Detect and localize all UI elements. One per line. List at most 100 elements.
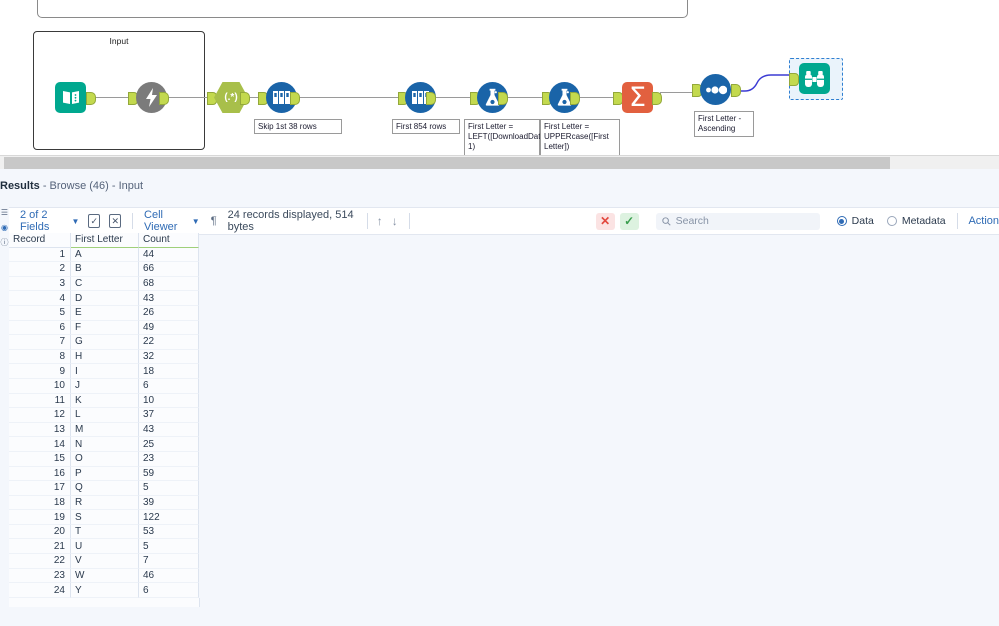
output-nub-formula1[interactable] — [498, 92, 508, 105]
cell-count[interactable]: 122 — [139, 510, 199, 525]
cell-count[interactable]: 18 — [139, 364, 199, 379]
input-nub-browse[interactable] — [789, 73, 799, 86]
cell-record[interactable]: 15 — [9, 451, 71, 467]
cell-first-letter[interactable]: U — [71, 539, 139, 555]
workflow-canvas[interactable]: Input (.*) Skip 1st 38 rows First 854 ro… — [0, 0, 999, 155]
cell-first-letter[interactable]: Y — [71, 583, 139, 598]
cell-count[interactable]: 68 — [139, 276, 199, 292]
cell-first-letter[interactable]: L — [71, 408, 139, 423]
hamburger-menu-icon[interactable]: ☰ — [0, 205, 9, 220]
cell-record[interactable]: 2 — [9, 262, 71, 277]
cell-count[interactable]: 25 — [139, 437, 199, 452]
cell-first-letter[interactable]: O — [71, 451, 139, 467]
column-header-first-letter[interactable]: First Letter — [71, 233, 139, 248]
table-row[interactable]: 4 D 43 — [9, 291, 200, 306]
checkbox-x-icon[interactable]: ✕ — [109, 214, 122, 228]
table-row[interactable]: 1 A 44 — [9, 247, 200, 263]
cell-count[interactable]: 43 — [139, 291, 199, 306]
cell-first-letter[interactable]: G — [71, 335, 139, 350]
table-row[interactable]: 16 P 59 — [9, 466, 200, 482]
cell-record[interactable]: 6 — [9, 320, 71, 336]
cell-count[interactable]: 23 — [139, 451, 199, 467]
cancel-button[interactable]: ✕ — [595, 212, 615, 230]
cell-first-letter[interactable]: Q — [71, 481, 139, 496]
cell-record[interactable]: 8 — [9, 349, 71, 365]
cell-count[interactable]: 26 — [139, 305, 199, 321]
output-nub-input[interactable] — [86, 92, 96, 105]
output-nub-sample2[interactable] — [426, 92, 436, 105]
browse-eye-icon[interactable]: ◉ — [0, 220, 9, 235]
output-nub-sample1[interactable] — [290, 92, 300, 105]
action-menu[interactable]: Action — [968, 215, 999, 227]
fields-dropdown[interactable]: 2 of 2 Fields ▼ — [20, 209, 79, 233]
table-row[interactable]: 15 O 23 — [9, 451, 200, 467]
cell-record[interactable]: 4 — [9, 291, 71, 306]
table-row[interactable]: 5 E 26 — [9, 305, 200, 321]
table-row[interactable]: 7 G 22 — [9, 335, 200, 350]
cell-record[interactable]: 18 — [9, 495, 71, 511]
table-row[interactable]: 6 F 49 — [9, 320, 200, 336]
table-row[interactable]: 2 B 66 — [9, 262, 200, 277]
cell-first-letter[interactable]: T — [71, 524, 139, 540]
table-row[interactable]: 22 V 7 — [9, 554, 200, 569]
cell-record[interactable]: 13 — [9, 422, 71, 438]
table-row[interactable]: 18 R 39 — [9, 495, 200, 511]
clipped-tool-container[interactable] — [37, 0, 688, 18]
cell-record[interactable]: 20 — [9, 524, 71, 540]
table-row[interactable]: 24 Y 6 — [9, 583, 200, 598]
cell-count[interactable]: 49 — [139, 320, 199, 336]
cell-first-letter[interactable]: A — [71, 247, 139, 263]
table-row[interactable]: 20 T 53 — [9, 524, 200, 540]
table-row[interactable]: 9 I 18 — [9, 364, 200, 379]
cell-count[interactable]: 7 — [139, 554, 199, 569]
cell-record[interactable]: 16 — [9, 466, 71, 482]
cell-first-letter[interactable]: J — [71, 378, 139, 394]
help-icon[interactable]: ⓘ — [0, 235, 9, 250]
cell-record[interactable]: 23 — [9, 568, 71, 584]
cell-first-letter[interactable]: E — [71, 305, 139, 321]
input-data-tool[interactable] — [55, 82, 86, 113]
cell-record[interactable]: 21 — [9, 539, 71, 555]
output-nub-download[interactable] — [159, 92, 169, 105]
cell-count[interactable]: 32 — [139, 349, 199, 365]
cell-record[interactable]: 17 — [9, 481, 71, 496]
cell-record[interactable]: 9 — [9, 364, 71, 379]
cell-first-letter[interactable]: M — [71, 422, 139, 438]
cell-first-letter[interactable]: H — [71, 349, 139, 365]
summarize-tool[interactable]: Σ — [622, 82, 653, 113]
cell-count[interactable]: 53 — [139, 524, 199, 540]
cell-first-letter[interactable]: D — [71, 291, 139, 306]
output-nub-sort[interactable] — [731, 84, 741, 97]
table-row[interactable]: 3 C 68 — [9, 276, 200, 292]
cell-record[interactable]: 14 — [9, 437, 71, 452]
cell-record[interactable]: 1 — [9, 247, 71, 263]
cell-count[interactable]: 10 — [139, 393, 199, 409]
cell-count[interactable]: 6 — [139, 378, 199, 394]
cell-count[interactable]: 6 — [139, 583, 199, 598]
cell-record[interactable]: 7 — [9, 335, 71, 350]
cell-record[interactable]: 10 — [9, 378, 71, 394]
sort-tool[interactable] — [700, 74, 731, 105]
cell-count[interactable]: 44 — [139, 247, 199, 263]
cell-record[interactable]: 5 — [9, 305, 71, 321]
cell-count[interactable]: 46 — [139, 568, 199, 584]
radio-metadata[interactable]: Metadata — [886, 215, 946, 227]
output-nub-regex[interactable] — [240, 92, 250, 105]
cell-record[interactable]: 19 — [9, 510, 71, 525]
cell-first-letter[interactable]: I — [71, 364, 139, 379]
cell-record[interactable]: 3 — [9, 276, 71, 292]
table-row[interactable]: 11 K 10 — [9, 393, 200, 409]
output-nub-formula2[interactable] — [570, 92, 580, 105]
cell-count[interactable]: 39 — [139, 495, 199, 511]
cell-first-letter[interactable]: N — [71, 437, 139, 452]
cell-count[interactable]: 22 — [139, 335, 199, 350]
pilcrow-icon[interactable]: ¶ — [211, 215, 217, 227]
search-input[interactable]: Search — [655, 212, 820, 230]
cell-first-letter[interactable]: C — [71, 276, 139, 292]
cell-first-letter[interactable]: P — [71, 466, 139, 482]
cell-first-letter[interactable]: W — [71, 568, 139, 584]
cell-count[interactable]: 5 — [139, 481, 199, 496]
column-header-count[interactable]: Count — [139, 233, 199, 248]
cell-record[interactable]: 12 — [9, 408, 71, 423]
cell-record[interactable]: 22 — [9, 554, 71, 569]
